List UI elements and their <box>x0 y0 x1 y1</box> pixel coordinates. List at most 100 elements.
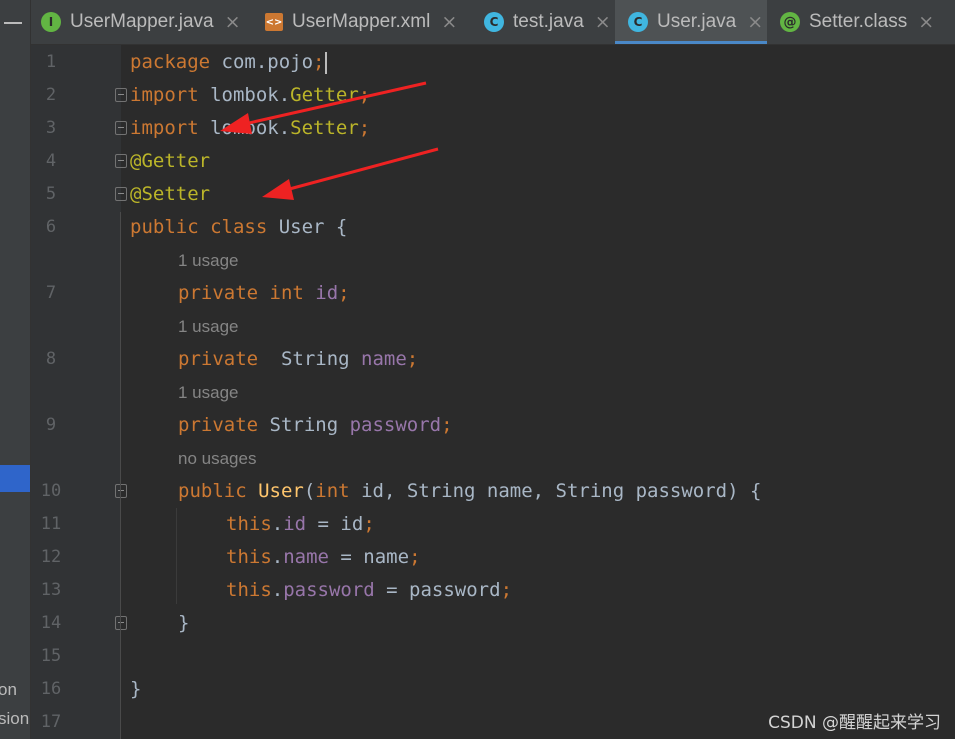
code-line-13[interactable]: this.password = password; <box>226 574 512 607</box>
package-name: com.pojo <box>210 51 314 73</box>
fold-icon[interactable] <box>115 187 127 201</box>
editor-gutter[interactable]: 1 2 3 4 5 6 7 8 9 10 11 12 13 14 15 16 1… <box>31 45 127 739</box>
line-number: 3 <box>45 118 57 138</box>
close-icon[interactable]: × <box>918 11 934 33</box>
indent-guide <box>176 508 177 604</box>
annotation-icon: @ <box>780 12 800 32</box>
interface-icon: I <box>41 12 61 32</box>
semicolon: ; <box>363 513 375 535</box>
semicolon: ; <box>500 579 513 601</box>
text-cursor <box>325 51 328 74</box>
parameter-list: id, String name, String password) { <box>349 480 762 502</box>
tab-label: UserMapper.java <box>70 11 214 32</box>
code-line-6[interactable]: public class User { <box>130 211 347 244</box>
field-name: password <box>338 414 442 436</box>
package-name: lombok. <box>198 117 291 139</box>
field-name: password <box>283 579 375 601</box>
line-number: 8 <box>45 349 57 369</box>
project-tree-selection[interactable] <box>0 465 30 492</box>
code-line-4[interactable]: @Getter <box>130 145 210 178</box>
line-number: 5 <box>45 184 57 204</box>
semicolon: ; <box>406 348 419 370</box>
line-number: 4 <box>45 151 57 171</box>
assignment: = name <box>328 546 410 568</box>
code-line-1[interactable]: package com.pojo; <box>130 46 328 79</box>
left-tool-strip: on sion <box>0 0 31 739</box>
line-number: 7 <box>45 283 57 303</box>
line-number: 11 <box>40 514 62 534</box>
code-line-10[interactable]: public User(int id, String name, String … <box>178 475 761 508</box>
line-number: 12 <box>40 547 62 567</box>
close-icon[interactable]: × <box>595 11 611 33</box>
line-number: 14 <box>40 613 62 633</box>
code-line-16[interactable]: } <box>130 673 141 706</box>
usage-hint[interactable]: 1 usage <box>178 244 239 277</box>
paren: ( <box>303 480 316 502</box>
active-tab-indicator <box>615 41 767 44</box>
line-number: 16 <box>40 679 62 699</box>
tab-label: Setter.class <box>809 11 908 32</box>
code-line-2[interactable]: import lombok.Getter; <box>130 79 370 112</box>
tab-user-java[interactable]: C User.java × <box>615 0 767 44</box>
class-declaration: User { <box>267 216 348 238</box>
fold-guide <box>120 212 121 739</box>
tab-setter-class[interactable]: @ Setter.class × <box>780 0 940 44</box>
line-number: 2 <box>45 85 57 105</box>
fold-icon[interactable] <box>115 88 127 102</box>
code-line-9[interactable]: private String password; <box>178 409 453 442</box>
tab-usermapper-java[interactable]: I UserMapper.java × <box>41 0 251 44</box>
code-line-14[interactable]: } <box>178 607 189 640</box>
keyword: private <box>178 414 259 436</box>
line-number: 10 <box>40 481 62 501</box>
fold-icon[interactable] <box>115 154 127 168</box>
code-line-12[interactable]: this.name = name; <box>226 541 421 574</box>
project-tree-fragment: on <box>0 680 17 699</box>
keyword: import <box>130 84 199 106</box>
usage-hint[interactable]: no usages <box>178 442 256 475</box>
watermark: CSDN @醒醒起来学习 <box>768 713 941 733</box>
type-name: String <box>258 414 339 436</box>
class-icon: C <box>628 12 648 32</box>
fold-icon[interactable] <box>115 484 127 498</box>
keyword: public class <box>130 216 268 238</box>
type-name: String <box>258 348 350 370</box>
semicolon: ; <box>313 51 325 73</box>
line-number: 15 <box>40 646 62 666</box>
close-icon[interactable]: × <box>441 11 457 33</box>
dot: . <box>271 546 284 568</box>
fold-icon[interactable] <box>115 121 127 135</box>
dot: . <box>271 513 284 535</box>
keyword: public <box>178 480 247 502</box>
imported-class: Setter <box>290 117 359 139</box>
line-number: 13 <box>40 580 62 600</box>
usage-hint[interactable]: 1 usage <box>178 376 239 409</box>
semicolon: ; <box>338 282 350 304</box>
code-line-8[interactable]: private String name; <box>178 343 418 376</box>
tab-test-java[interactable]: C test.java × <box>484 0 614 44</box>
tab-label: User.java <box>657 11 737 32</box>
close-icon[interactable]: × <box>747 11 763 33</box>
semicolon: ; <box>358 84 371 106</box>
keyword: this <box>226 546 272 568</box>
tab-label: UserMapper.xml <box>292 11 431 32</box>
code-line-11[interactable]: this.id = id; <box>226 508 375 541</box>
code-line-3[interactable]: import lombok.Setter; <box>130 112 370 145</box>
tab-label: test.java <box>513 11 584 32</box>
keyword: private <box>178 348 259 370</box>
semicolon: ; <box>441 414 453 436</box>
constructor-name: User <box>246 480 304 502</box>
line-number: 17 <box>40 712 62 732</box>
fold-icon[interactable] <box>115 616 127 630</box>
minimize-icon[interactable] <box>4 22 22 24</box>
line-number: 1 <box>45 52 57 72</box>
code-line-7[interactable]: private int id; <box>178 277 350 310</box>
line-number: 6 <box>45 217 57 237</box>
field-name: id <box>283 513 307 535</box>
editor-tab-bar: I UserMapper.java × <> UserMapper.xml × … <box>31 0 955 45</box>
tab-usermapper-xml[interactable]: <> UserMapper.xml × <box>265 0 471 44</box>
code-line-5[interactable]: @Setter <box>130 178 210 211</box>
close-icon[interactable]: × <box>225 11 241 33</box>
keyword: import <box>130 117 199 139</box>
usage-hint[interactable]: 1 usage <box>178 310 239 343</box>
keyword: private int <box>178 282 304 304</box>
